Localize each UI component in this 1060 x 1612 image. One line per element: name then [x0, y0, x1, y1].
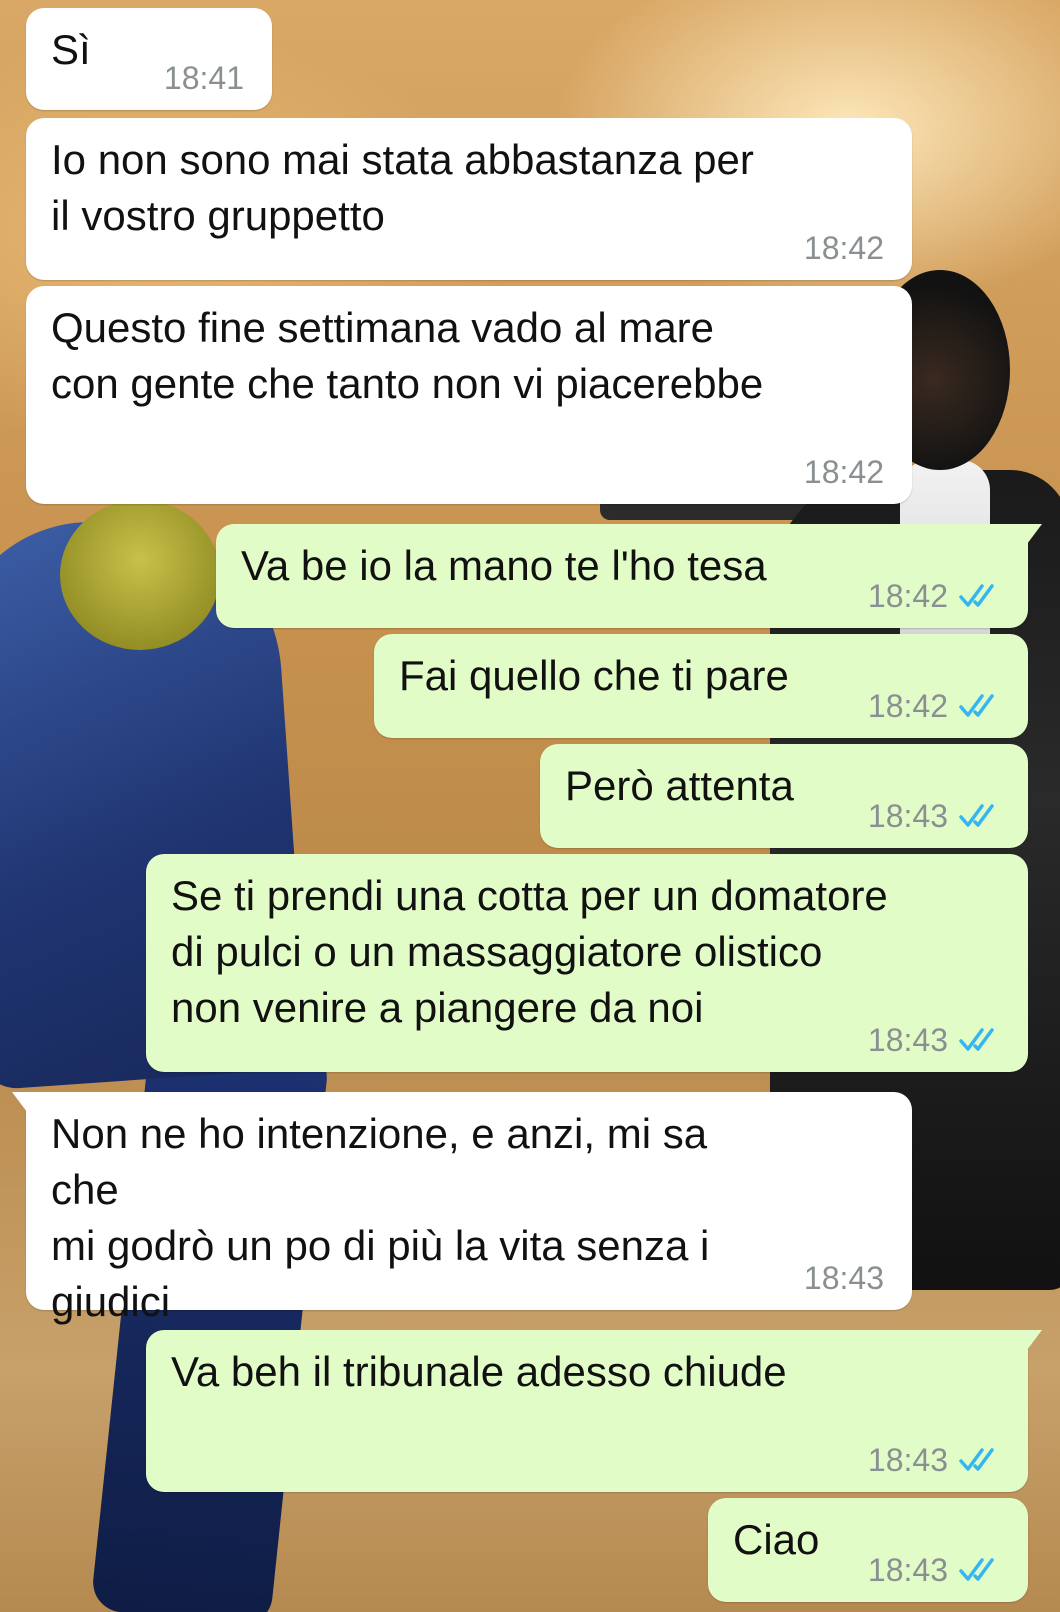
message-text: Va beh il tribunale adesso chiude — [171, 1348, 787, 1395]
message-text: Sì — [51, 26, 91, 73]
message-text: Io non sono mai stata abbastanza per il … — [51, 136, 754, 239]
message-text: Va be io la mano te l'ho tesa — [241, 542, 767, 589]
read-receipt-double-check-icon — [959, 804, 994, 827]
message-text: Ciao — [733, 1516, 820, 1563]
message-text: Però attenta — [565, 762, 794, 809]
message-bubble-outgoing[interactable]: Se ti prendi una cotta per un domatore d… — [146, 854, 1028, 1072]
read-receipt-double-check-icon — [959, 584, 994, 607]
message-time: 18:42 — [803, 230, 884, 266]
message-bubble-outgoing[interactable]: Va be io la mano te l'ho tesa 18:42 — [216, 524, 1042, 628]
message-time: 18:43 — [867, 1552, 948, 1588]
message-text: Non ne ho intenzione, e anzi, mi sa che … — [51, 1110, 710, 1325]
message-text: Se ti prendi una cotta per un domatore d… — [171, 872, 888, 1031]
read-receipt-double-check-icon — [959, 1558, 994, 1581]
message-time: 18:43 — [867, 1022, 948, 1058]
bubble-tail-icon — [12, 1092, 42, 1116]
message-bubble-outgoing[interactable]: Però attenta 18:43 — [540, 744, 1028, 848]
message-bubble-incoming[interactable]: Questo fine settimana vado al mare con g… — [26, 286, 912, 504]
bubble-tail-icon — [1012, 1330, 1042, 1354]
read-receipt-double-check-icon — [959, 694, 994, 717]
message-bubble-incoming[interactable]: Io non sono mai stata abbastanza per il … — [26, 118, 912, 280]
message-bubble-incoming[interactable]: Non ne ho intenzione, e anzi, mi sa che … — [12, 1092, 912, 1325]
message-bubble-outgoing[interactable]: Ciao 18:43 — [708, 1498, 1028, 1602]
message-time: 18:41 — [163, 60, 244, 96]
message-time: 18:43 — [867, 798, 948, 834]
message-time: 18:43 — [867, 1442, 948, 1478]
message-time: 18:42 — [803, 454, 884, 490]
message-text: Fai quello che ti pare — [399, 652, 789, 699]
bubble-tail-icon — [1012, 524, 1042, 548]
message-time: 18:42 — [867, 578, 948, 614]
message-time: 18:42 — [867, 688, 948, 724]
message-time: 18:43 — [803, 1260, 884, 1296]
read-receipt-double-check-icon — [959, 1028, 994, 1051]
message-bubble-incoming[interactable]: Sì 18:41 — [26, 8, 272, 110]
message-bubble-outgoing[interactable]: Fai quello che ti pare 18:42 — [374, 634, 1028, 738]
wallpaper-figure-collar — [60, 500, 220, 650]
read-receipt-double-check-icon — [959, 1448, 994, 1471]
message-text: Questo fine settimana vado al mare con g… — [51, 304, 764, 407]
message-bubble-outgoing[interactable]: Va beh il tribunale adesso chiude 18:43 — [146, 1330, 1042, 1492]
